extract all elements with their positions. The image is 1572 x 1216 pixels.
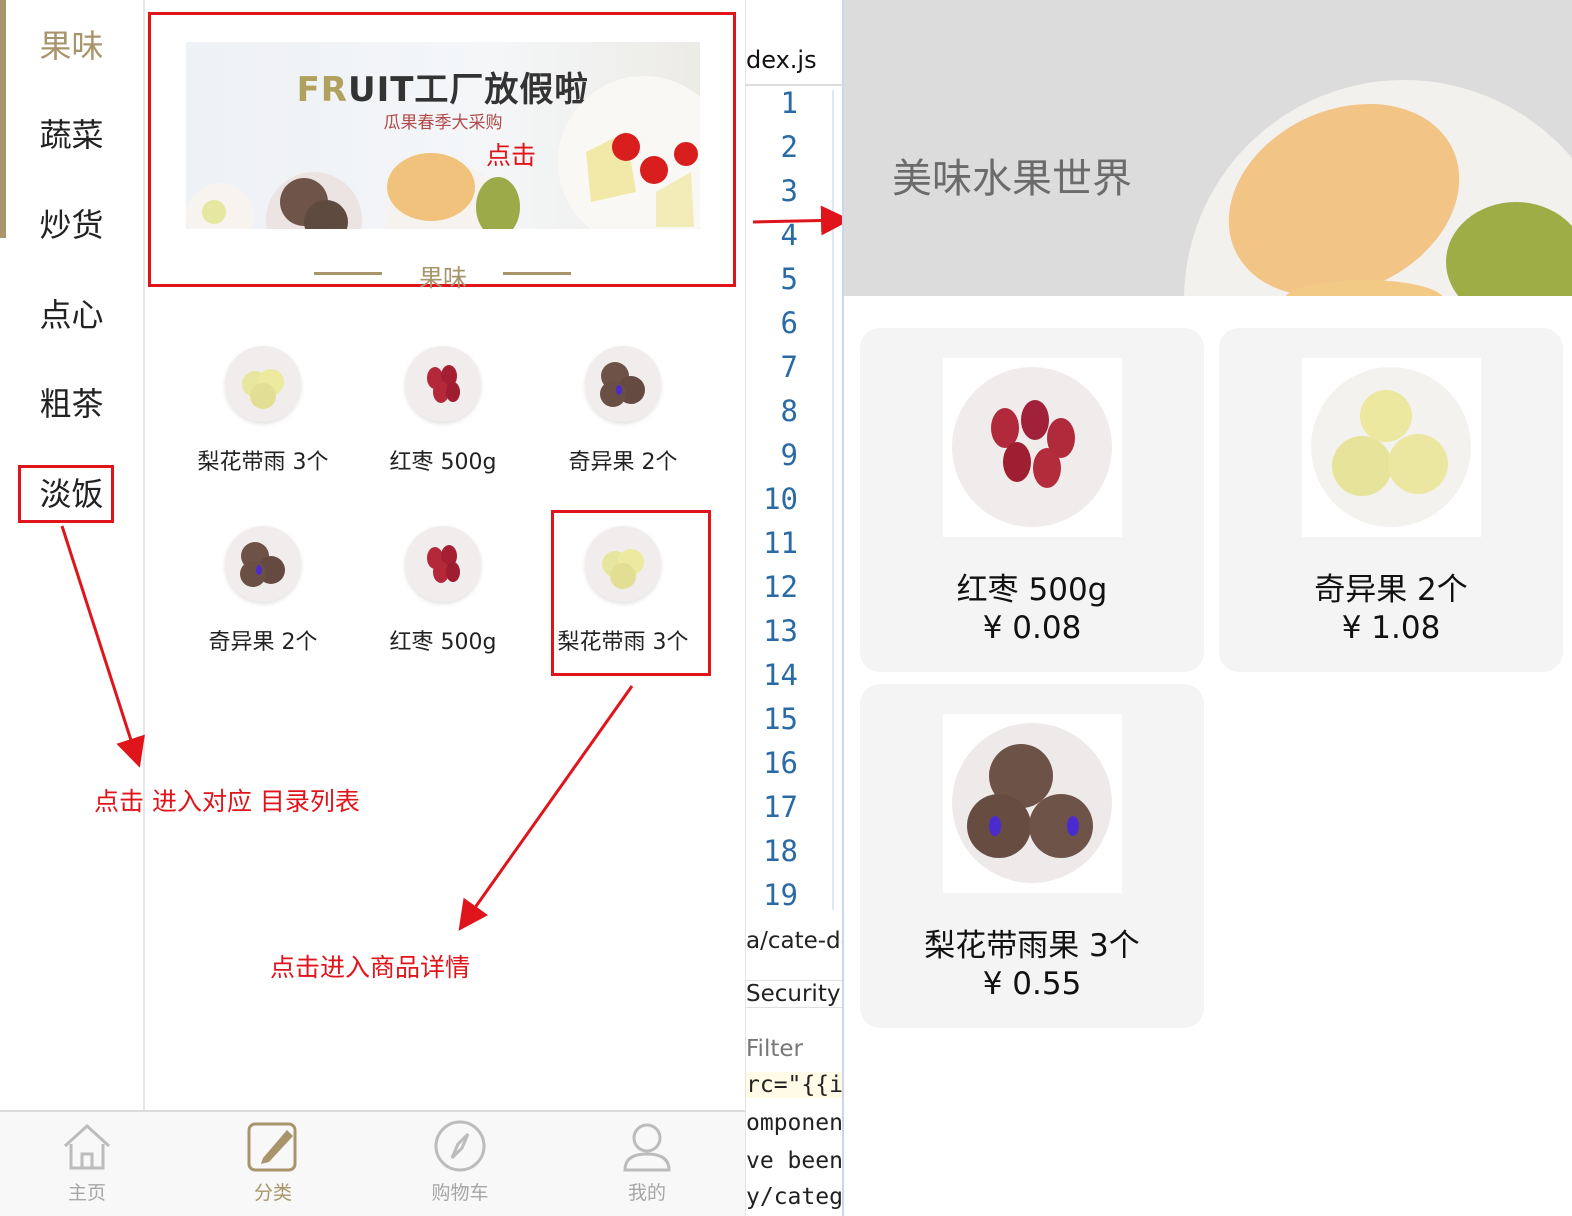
user-icon — [619, 1118, 675, 1174]
annotation-product-click: 点击进入商品详情 — [270, 953, 471, 982]
product-price: ¥ 0.55 — [982, 966, 1082, 1002]
tab-home[interactable]: 主页 — [22, 1118, 152, 1205]
code-fragment: ve been — [746, 1148, 843, 1174]
tab-profile[interactable]: 我的 — [582, 1118, 712, 1205]
editor-file-tab[interactable]: dex.js — [746, 36, 843, 86]
line-number: 2 — [780, 130, 798, 164]
line-number: 19 — [763, 878, 798, 912]
home-icon — [59, 1118, 115, 1174]
line-number: 13 — [763, 614, 798, 648]
compass-icon — [432, 1118, 488, 1174]
line-number: 6 — [780, 306, 798, 340]
line-number: 7 — [780, 350, 798, 384]
product-price: ¥ 0.08 — [982, 610, 1082, 646]
code-fragment: rc="{{it — [746, 1072, 843, 1098]
category-page: 果味 蔬菜 炒货 点心 粗茶 淡饭 FRUIT工厂放假啦 瓜果春季大采购 点击 — [0, 0, 745, 1216]
product-price: ¥ 1.08 — [1341, 610, 1441, 646]
tab-category[interactable]: 分类 — [208, 1118, 338, 1205]
product-card[interactable]: 红枣 500g ¥ 0.08 — [860, 328, 1204, 672]
path-text: a/cate-de — [746, 928, 843, 954]
line-number: 8 — [780, 394, 798, 428]
hero-title: 美味水果世界 — [892, 156, 1132, 202]
annotation-arrows — [60, 525, 634, 931]
tab-cart[interactable]: 购物车 — [395, 1118, 525, 1205]
line-number: 18 — [763, 834, 798, 868]
product-card[interactable]: 奇异果 2个 ¥ 1.08 — [1219, 328, 1563, 672]
line-number: 11 — [763, 526, 798, 560]
line-number: 14 — [763, 658, 798, 692]
product-name: 梨花带雨果 3个 — [924, 928, 1140, 964]
product-name: 奇异果 2个 — [1314, 572, 1468, 608]
hero-banner: 美味水果世界 — [844, 0, 1572, 296]
tab-label: 购物车 — [431, 1182, 489, 1204]
code-fragment: y/category — [746, 1184, 843, 1210]
product-name: 红枣 500g — [956, 572, 1108, 608]
line-number: 16 — [763, 746, 798, 780]
jujube-plate-icon — [943, 358, 1122, 537]
tab-label: 主页 — [67, 1182, 106, 1204]
tab-label: 我的 — [627, 1182, 666, 1204]
product-card[interactable]: 梨花带雨果 3个 ¥ 0.55 — [860, 684, 1204, 1028]
editor-bottom-panel: a/cate-de Security Filter rc="{{it ompon… — [746, 918, 843, 1216]
line-number: 15 — [763, 702, 798, 736]
line-number: 9 — [780, 438, 798, 472]
kiwi-plate-icon — [943, 714, 1122, 893]
line-number: 1 — [780, 86, 798, 120]
line-number: 10 — [763, 482, 798, 516]
line-number: 5 — [780, 262, 798, 296]
code-fragment: omponent — [746, 1110, 843, 1136]
transition-arrow — [752, 205, 851, 236]
category-detail-page: 美味水果世界 红枣 500g ¥ 0.08 奇异果 2个 ¥ 1.08 梨花带雨… — [842, 0, 1572, 1216]
bottom-tab-bar: 主页 分类 购物车 我的 — [0, 1110, 745, 1216]
filter-label[interactable]: Filter — [746, 1036, 803, 1062]
line-number: 12 — [763, 570, 798, 604]
security-tab[interactable]: Security — [746, 980, 843, 1008]
annotation-category-click: 点击 进入对应 目录列表 — [94, 787, 360, 816]
tab-label: 分类 — [253, 1182, 292, 1204]
category-edit-icon — [245, 1118, 301, 1174]
code-editor-background: dex.js 1 2 3 4 5 6 7 8 9 10 11 12 13 14 … — [745, 0, 843, 1216]
line-number: 17 — [763, 790, 798, 824]
pear-plate-icon — [1302, 358, 1481, 537]
